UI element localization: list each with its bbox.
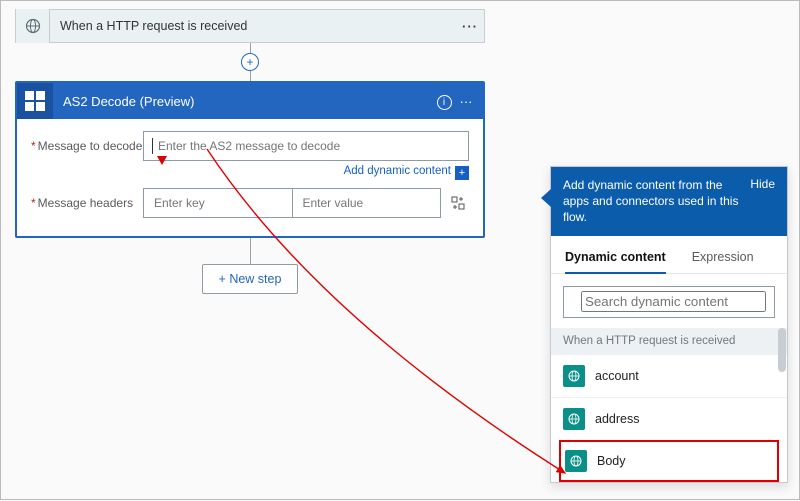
flyout-header-text: Add dynamic content from the apps and co…: [563, 177, 742, 226]
add-dynamic-content-link[interactable]: Add dynamic content+: [31, 165, 469, 180]
action-header[interactable]: AS2 Decode (Preview) i ···: [17, 83, 483, 119]
search-dynamic-input[interactable]: [563, 286, 775, 318]
action-more-icon[interactable]: ···: [455, 94, 477, 109]
dynamic-item-account[interactable]: account: [551, 354, 787, 397]
dynamic-content-flyout: Add dynamic content from the apps and co…: [550, 166, 788, 483]
plus-icon: +: [455, 166, 469, 180]
http-icon: [563, 365, 585, 387]
search-icon: [572, 295, 573, 309]
new-step-button[interactable]: + New step: [202, 264, 299, 294]
hide-link[interactable]: Hide: [750, 177, 775, 226]
dynamic-item-body[interactable]: Body: [559, 440, 779, 482]
insert-step-button[interactable]: +: [241, 53, 259, 71]
dynamic-item-address[interactable]: address: [551, 397, 787, 440]
scrollbar[interactable]: [778, 328, 786, 482]
item-label: Body: [597, 454, 626, 468]
action-title: AS2 Decode (Preview): [53, 94, 433, 109]
message-to-decode-input[interactable]: [143, 131, 469, 161]
switch-mode-icon[interactable]: [447, 196, 469, 210]
header-value-input[interactable]: [293, 188, 442, 218]
dynamic-group-header: When a HTTP request is received: [551, 328, 787, 354]
action-card: AS2 Decode (Preview) i ··· *Message to d…: [15, 81, 485, 238]
as2-icon: [17, 83, 53, 119]
message-to-decode-label: *Message to decode: [31, 139, 143, 153]
header-key-input[interactable]: [143, 188, 293, 218]
http-icon: [563, 408, 585, 430]
tab-dynamic-content[interactable]: Dynamic content: [565, 244, 666, 274]
trigger-card[interactable]: When a HTTP request is received ···: [15, 9, 485, 43]
item-label: address: [595, 412, 639, 426]
message-headers-label: *Message headers: [31, 196, 143, 210]
info-icon[interactable]: i: [433, 93, 455, 110]
flyout-caret-icon: [541, 189, 551, 207]
connector: +: [15, 43, 485, 81]
globe-icon: [16, 9, 50, 43]
tab-expression[interactable]: Expression: [692, 244, 754, 273]
item-label: account: [595, 369, 639, 383]
http-icon: [565, 450, 587, 472]
trigger-more-icon[interactable]: ···: [456, 19, 484, 34]
red-pointer-icon: [157, 156, 167, 165]
trigger-title: When a HTTP request is received: [50, 19, 456, 33]
